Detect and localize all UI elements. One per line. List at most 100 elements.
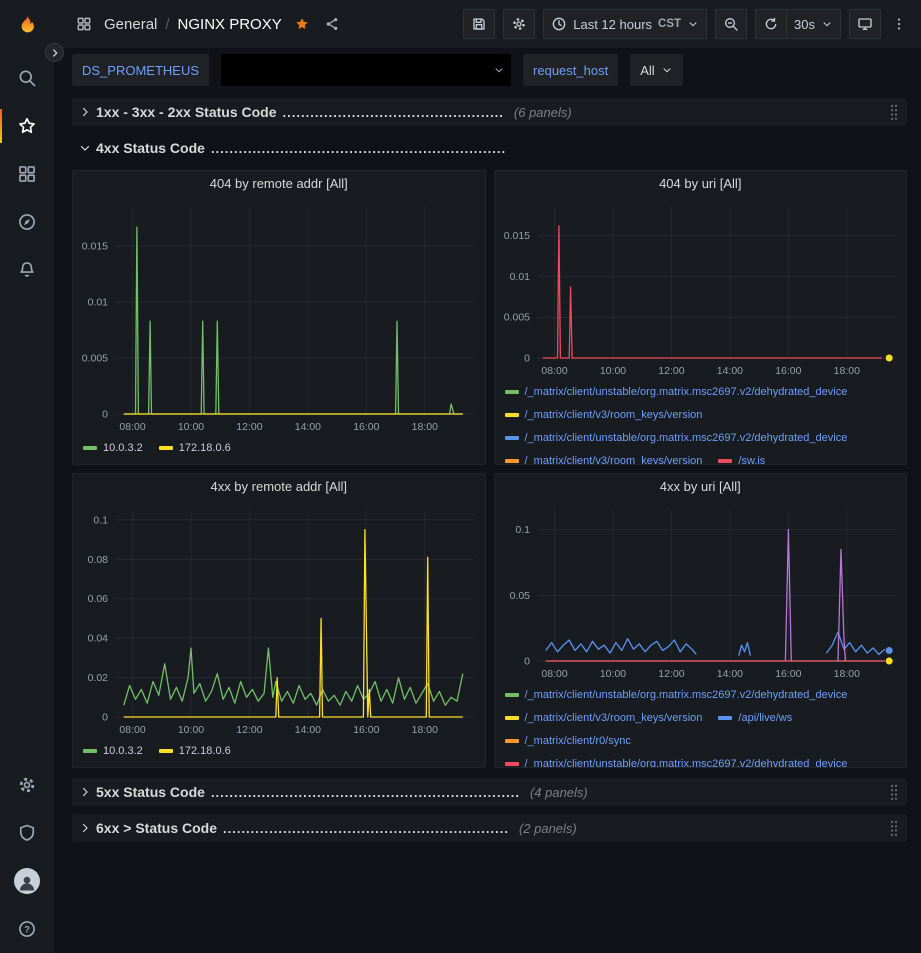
svg-text:14:00: 14:00 [716, 365, 742, 377]
legend-item[interactable]: /api/live/ws [718, 706, 792, 729]
help-circle-icon: ? [17, 919, 37, 939]
time-range-label: Last 12 hours [573, 17, 652, 32]
share-button[interactable] [322, 14, 342, 34]
legend-swatch [505, 436, 519, 440]
panel-title[interactable]: 4xx by remote addr [All] [73, 474, 485, 500]
legend-item[interactable]: /sw.js [718, 449, 765, 464]
row-leader-dots: ........................................… [211, 785, 520, 800]
row-title: 4xx Status Code [96, 140, 205, 156]
sidebar-item-starred[interactable] [0, 102, 54, 150]
panel-chart-area: 08:0010:0012:0014:0016:0018:0000.050.1 [495, 500, 907, 683]
row-drag-handle[interactable] [885, 819, 903, 837]
chart-panel: 4xx by uri [All] 08:0010:0012:0014:0016:… [494, 473, 908, 768]
favorite-star-button[interactable] [292, 14, 312, 34]
sidebar-item-search[interactable] [0, 54, 54, 102]
breadcrumb-divider: / [165, 16, 169, 33]
chart-legend: /_matrix/client/unstable/org.matrix.msc2… [495, 683, 907, 767]
compass-icon [17, 212, 37, 232]
row-5xx[interactable]: 5xx Status Code ........................… [72, 778, 907, 806]
sidebar-item-alerting[interactable] [0, 246, 54, 294]
sidebar-expand-button[interactable] [45, 43, 64, 62]
legend-item[interactable]: /_matrix/client/unstable/org.matrix.msc2… [505, 426, 848, 449]
legend-label: 10.0.3.2 [103, 442, 143, 454]
svg-text:0.015: 0.015 [82, 241, 108, 253]
svg-text:0.005: 0.005 [503, 312, 529, 324]
legend-item[interactable]: /_matrix/client/v3/room_keys/version [505, 706, 703, 729]
save-icon [471, 16, 487, 32]
legend-label: /_matrix/client/v3/room_keys/version [525, 712, 703, 724]
save-dashboard-button[interactable] [463, 9, 495, 39]
kebab-icon [891, 16, 907, 32]
search-icon [17, 68, 37, 88]
svg-text:08:00: 08:00 [541, 668, 567, 680]
panel-title[interactable]: 404 by remote addr [All] [73, 171, 485, 197]
time-series-chart[interactable]: 08:0010:0012:0014:0016:0018:0000.020.040… [73, 500, 485, 739]
request-host-dropdown[interactable]: All [630, 54, 682, 86]
time-series-chart[interactable]: 08:0010:0012:0014:0016:0018:0000.0050.01… [73, 197, 485, 436]
legend-item[interactable]: 10.0.3.2 [83, 436, 143, 459]
svg-text:18:00: 18:00 [412, 421, 438, 433]
svg-text:18:00: 18:00 [412, 724, 438, 736]
navbar: General / NGINX PROXY Last 12 hours CST [54, 0, 921, 48]
sidebar-item-explore[interactable] [0, 198, 54, 246]
chevron-right-icon [76, 105, 94, 119]
refresh-interval-dropdown[interactable]: 30s [786, 9, 841, 39]
legend-item[interactable]: /_matrix/client/unstable/org.matrix.msc2… [505, 380, 848, 403]
row-panel-count: (6 panels) [514, 105, 572, 120]
time-range-picker[interactable]: Last 12 hours CST [543, 9, 707, 39]
request-host-value: All [640, 63, 654, 78]
sidebar-item-server-admin[interactable] [0, 809, 54, 857]
zoom-out-button[interactable] [715, 9, 747, 39]
row-4xx[interactable]: 4xx Status Code ........................… [72, 134, 907, 162]
svg-text:0.01: 0.01 [88, 297, 109, 309]
row-1xx-3xx-2xx[interactable]: 1xx - 3xx - 2xx Status Code ............… [72, 98, 907, 126]
chart-panel: 404 by uri [All] 08:0010:0012:0014:0016:… [494, 170, 908, 465]
dashboard-settings-button[interactable] [503, 9, 535, 39]
legend-item[interactable]: /_matrix/client/r0/sync [505, 729, 631, 752]
svg-text:?: ? [24, 924, 30, 934]
sidebar-item-dashboards[interactable] [0, 150, 54, 198]
panel-chart-area: 08:0010:0012:0014:0016:0018:0000.0050.01… [73, 197, 485, 436]
legend-item[interactable]: /_matrix/client/v3/room_keys/version [505, 403, 703, 426]
legend-item[interactable]: /_matrix/client/unstable/org.matrix.msc2… [505, 683, 848, 706]
row-6xx[interactable]: 6xx > Status Code ......................… [72, 814, 907, 842]
svg-text:0.1: 0.1 [93, 514, 108, 526]
kebab-menu-button[interactable] [889, 14, 909, 34]
svg-text:0.04: 0.04 [88, 633, 109, 645]
tv-kiosk-button[interactable] [849, 9, 881, 39]
svg-text:10:00: 10:00 [599, 365, 625, 377]
legend-item[interactable]: 172.18.0.6 [159, 436, 231, 459]
legend-item[interactable]: 172.18.0.6 [159, 739, 231, 762]
legend-label: /_matrix/client/unstable/org.matrix.msc2… [525, 386, 848, 398]
panel-title[interactable]: 4xx by uri [All] [495, 474, 907, 500]
row-drag-handle[interactable] [885, 783, 903, 801]
bell-icon [17, 260, 37, 280]
refresh-interval-value: 30s [794, 17, 815, 32]
panel-title[interactable]: 404 by uri [All] [495, 171, 907, 197]
grafana-logo[interactable] [0, 0, 54, 48]
refresh-button[interactable] [755, 9, 786, 39]
legend-label: 172.18.0.6 [179, 442, 231, 454]
sidebar-item-configuration[interactable] [0, 761, 54, 809]
clock-icon [551, 16, 567, 32]
chart-panel: 4xx by remote addr [All] 08:0010:0012:00… [72, 473, 486, 768]
legend-swatch [505, 693, 519, 697]
breadcrumb-folder[interactable]: General [104, 16, 157, 33]
sidebar-item-help[interactable]: ? [0, 905, 54, 953]
datasource-dropdown[interactable] [221, 54, 511, 86]
legend-item[interactable]: /_matrix/client/v3/room_keys/version [505, 449, 703, 464]
chevron-right-icon [49, 47, 61, 59]
row-drag-handle[interactable] [885, 103, 903, 121]
legend-swatch [505, 762, 519, 766]
time-series-chart[interactable]: 08:0010:0012:0014:0016:0018:0000.050.1 [495, 500, 907, 683]
time-series-chart[interactable]: 08:0010:0012:0014:0016:0018:0000.0050.01… [495, 197, 907, 380]
variables-bar: DS_PROMETHEUS request_host All [54, 48, 921, 92]
sidebar-item-profile[interactable] [0, 857, 54, 905]
legend-item[interactable]: 10.0.3.2 [83, 739, 143, 762]
star-filled-icon [294, 16, 310, 32]
dashboard-title[interactable]: NGINX PROXY [178, 16, 282, 33]
legend-swatch [505, 413, 519, 417]
svg-text:10:00: 10:00 [178, 421, 204, 433]
legend-item[interactable]: /_matrix/client/unstable/org.matrix.msc2… [505, 752, 848, 767]
svg-text:0: 0 [524, 353, 530, 365]
